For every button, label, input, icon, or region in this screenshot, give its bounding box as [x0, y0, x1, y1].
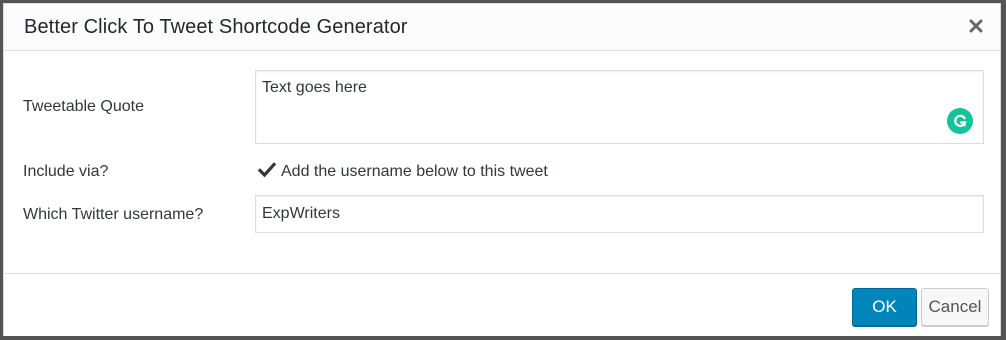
close-icon — [969, 19, 983, 33]
twitter-username-label: Which Twitter username? — [23, 206, 204, 223]
dialog-footer: OK Cancel — [4, 273, 1000, 336]
twitter-username-input[interactable]: ExpWriters — [255, 195, 984, 233]
tweetable-quote-textarea[interactable]: Text goes here — [255, 70, 984, 144]
close-button[interactable] — [962, 12, 990, 40]
ok-button[interactable]: OK — [852, 288, 917, 326]
checkmark-icon — [258, 162, 276, 178]
cancel-button[interactable]: Cancel — [921, 288, 989, 326]
include-via-label: Include via? — [23, 163, 109, 180]
grammarly-icon[interactable] — [947, 108, 973, 134]
dialog-title-bar: Better Click To Tweet Shortcode Generato… — [4, 4, 1000, 51]
dialog-title: Better Click To Tweet Shortcode Generato… — [24, 16, 408, 38]
include-via-checkbox[interactable] — [258, 161, 276, 179]
tweetable-quote-text: Text goes here — [262, 79, 367, 96]
include-via-checkbox-label[interactable]: Add the username below to this tweet — [281, 163, 548, 181]
tweetable-quote-label: Tweetable Quote — [23, 98, 144, 115]
shortcode-generator-dialog: Better Click To Tweet Shortcode Generato… — [3, 3, 1001, 336]
